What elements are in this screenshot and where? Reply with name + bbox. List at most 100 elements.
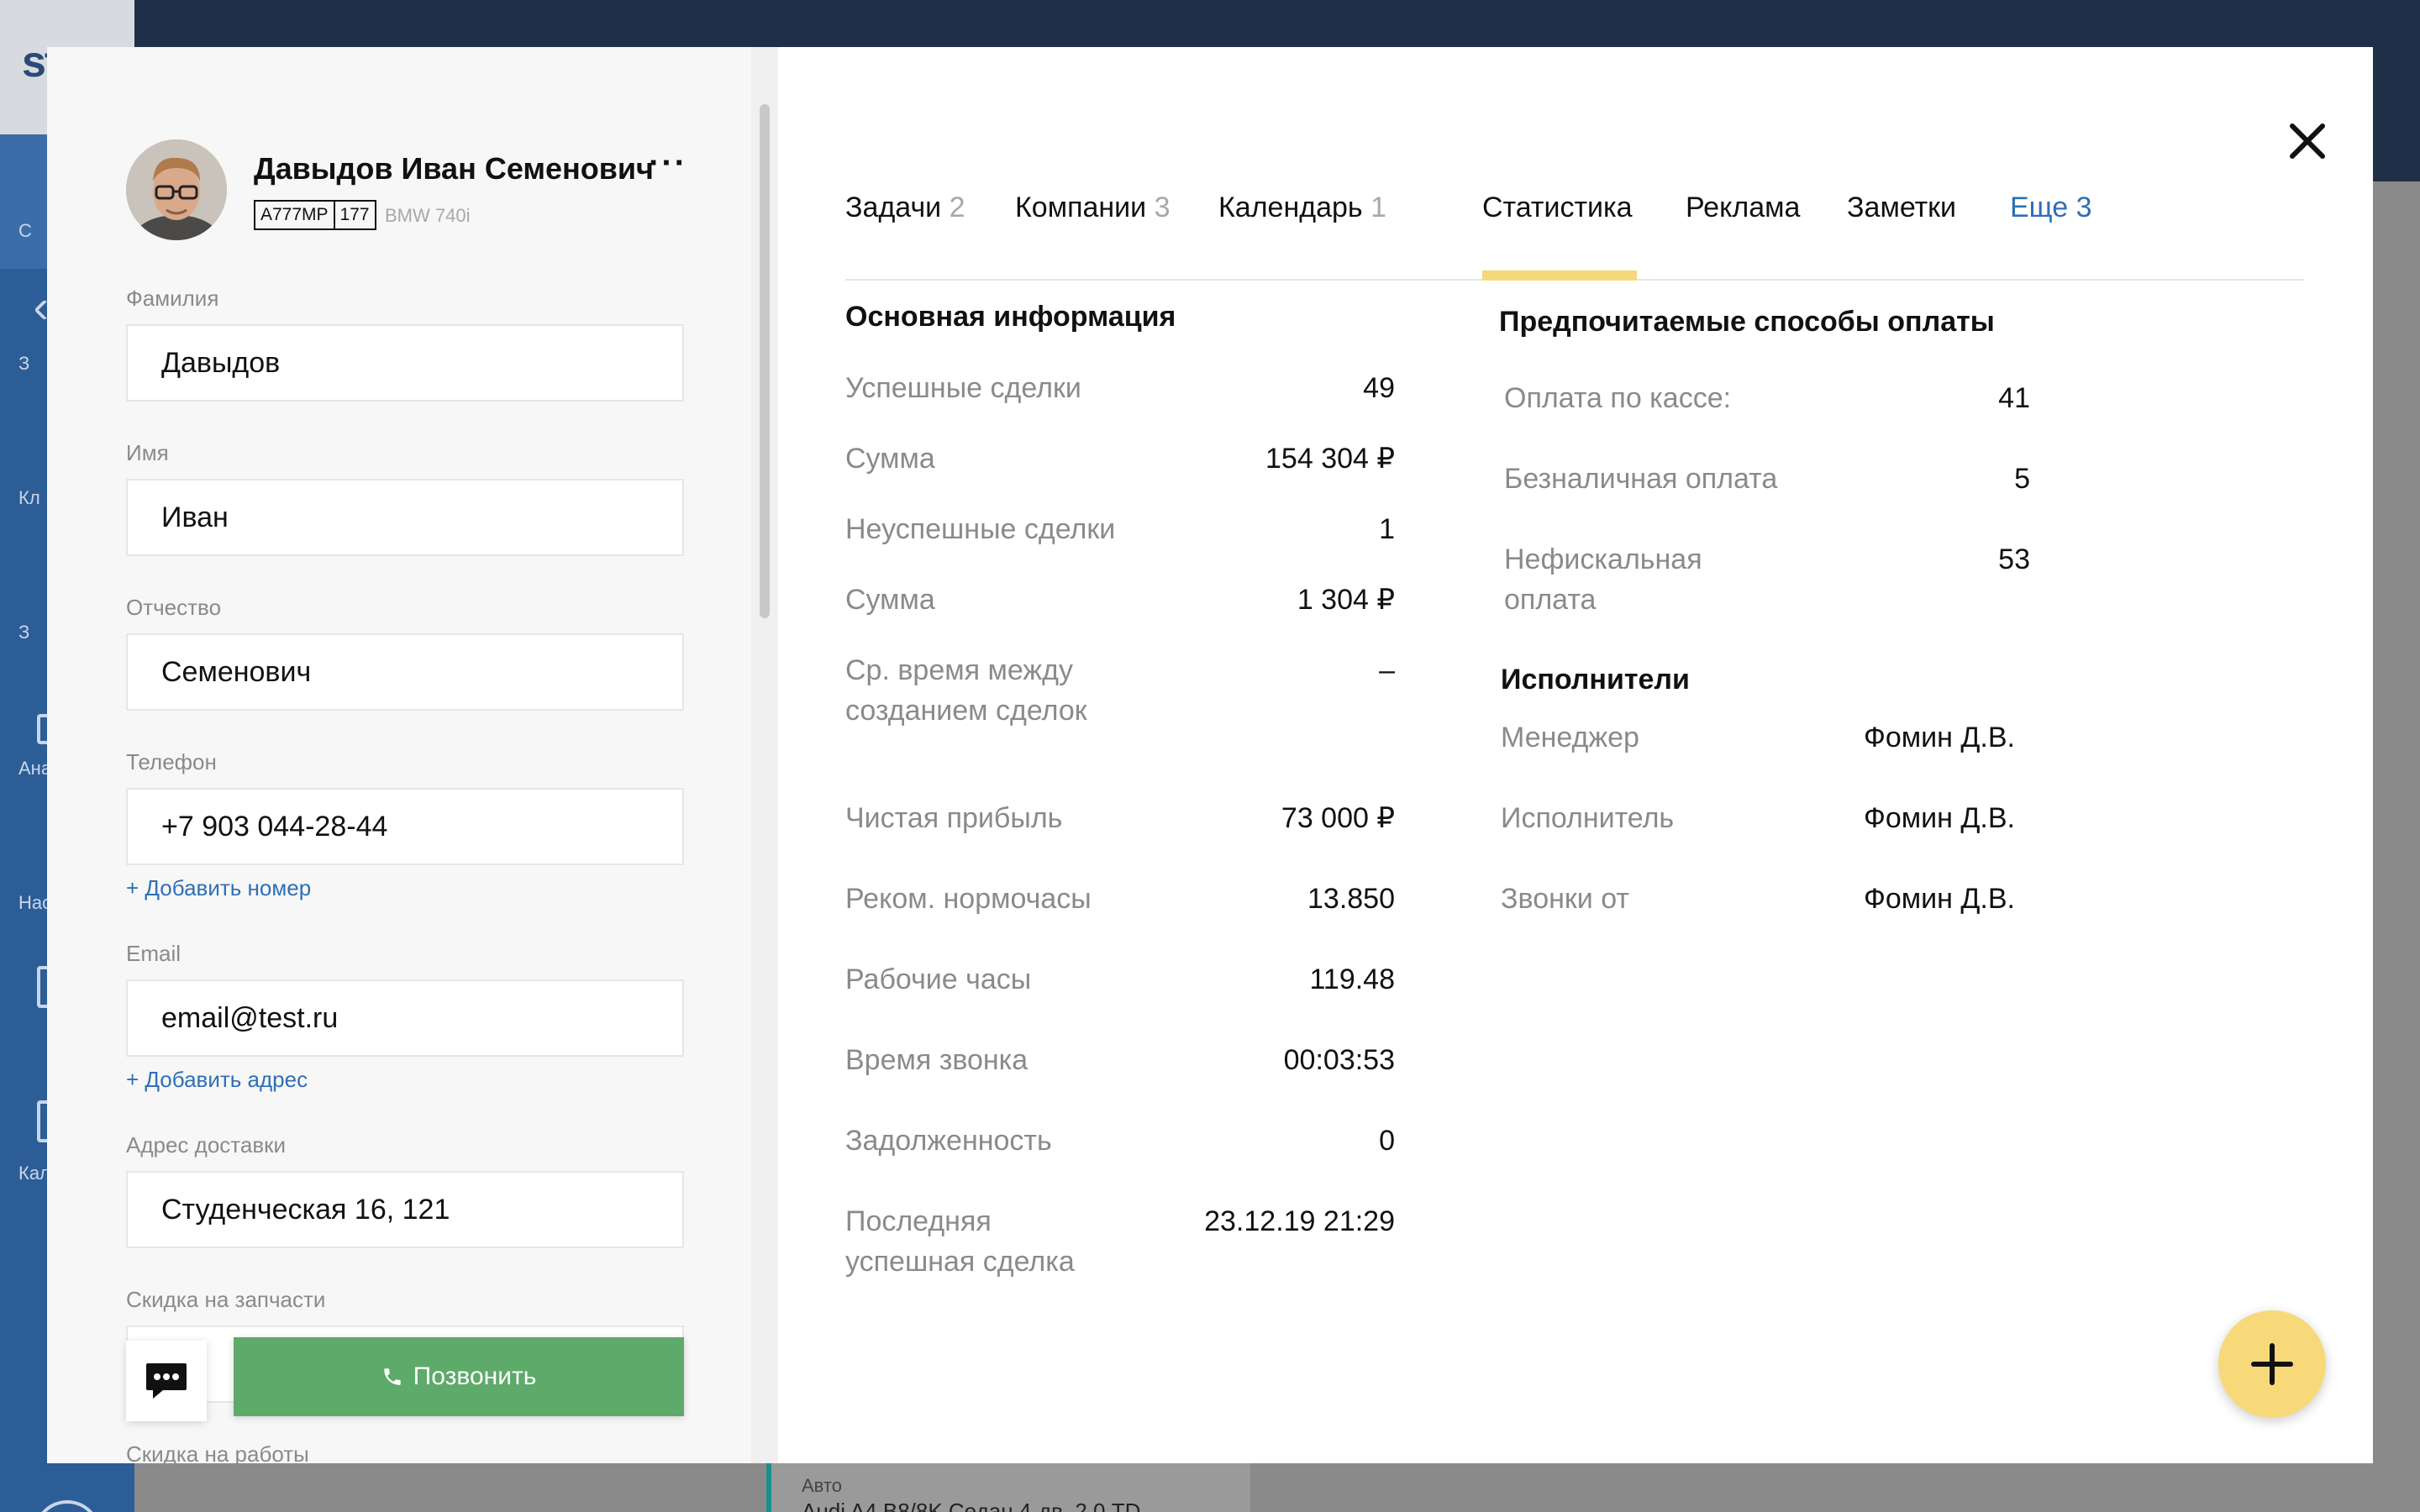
stat-label: Неуспешные сделки [845, 513, 1116, 545]
background-card-text: Audi A4 B8/8K Седан 4-дв. 2.0 TD [802, 1499, 1141, 1512]
executor-name: Фомин Д.В. [1864, 802, 2015, 834]
patronymic-label: Отчество [126, 595, 222, 620]
stat-label: Рабочие часы [845, 963, 1032, 995]
executor-name: Фомин Д.В. [1864, 883, 2015, 915]
payment-value: 5 [2014, 463, 2030, 495]
tab-more[interactable]: Еще 3 [2010, 192, 2092, 224]
tab-count: 1 [1370, 192, 1386, 223]
client-profile-panel: Давыдов Иван Семенович ··· А777МР 177 BM… [47, 47, 751, 1463]
call-button[interactable]: Позвонить [234, 1337, 684, 1416]
payment-methods-title: Предпочитаемые способы оплаты [1499, 306, 1995, 338]
stat-value: 49 [1363, 372, 1395, 404]
payment-label: Безналичная оплата [1504, 463, 1778, 495]
payment-label: Нефискальная оплата [1504, 543, 1702, 616]
basic-info-title: Основная информация [845, 301, 1176, 333]
tab-statistics[interactable]: Статистика [1482, 192, 1633, 224]
stat-label: Задолженность [845, 1125, 1052, 1157]
background-sidebar-label: З [18, 622, 30, 643]
executor-role: Звонки от [1501, 883, 1629, 915]
tab-label: Задачи [845, 192, 942, 223]
last-name-label: Фамилия [126, 286, 219, 311]
background-sidebar-label: Кл [18, 487, 40, 508]
first-name-field[interactable]: Иван [126, 479, 684, 556]
email-value: email@test.ru [161, 1001, 339, 1034]
tab-label: Календарь [1218, 192, 1363, 223]
tab-label: Статистика [1482, 192, 1633, 223]
address-label: Адрес доставки [126, 1132, 287, 1158]
last-name-value: Давыдов [161, 346, 281, 379]
car-model: BMW 740i [385, 205, 471, 226]
tab-tasks[interactable]: Задачи 2 [845, 192, 965, 224]
add-phone-link[interactable]: + Добавить номер [126, 875, 311, 901]
executor-role: Исполнитель [1501, 802, 1675, 834]
payment-value: 41 [1998, 382, 2030, 414]
address-value: Студенческая 16, 121 [161, 1193, 450, 1226]
stat-label: Сумма [845, 443, 935, 475]
patronymic-value: Семенович [161, 655, 312, 688]
tab-count: 2 [949, 192, 965, 223]
email-field[interactable]: email@test.ru [126, 979, 684, 1057]
add-button[interactable] [2218, 1310, 2326, 1418]
active-tab-indicator [1482, 270, 1637, 281]
tab-advertising[interactable]: Реклама [1686, 192, 1800, 224]
phone-field[interactable]: +7 903 044-28-44 [126, 788, 684, 865]
email-label: Email [126, 941, 182, 966]
avatar [126, 139, 227, 240]
first-name-label: Имя [126, 440, 169, 465]
work-discount-label: Скидка на работы [126, 1441, 309, 1463]
chat-icon [146, 1363, 187, 1399]
stat-value: 13.850 [1307, 883, 1395, 915]
stat-value: 0 [1379, 1125, 1395, 1157]
plus-icon [2251, 1343, 2293, 1385]
payment-value: 53 [1998, 543, 2030, 575]
phone-value: +7 903 044-28-44 [161, 810, 388, 843]
background-sidebar-label: Кал [18, 1163, 50, 1184]
parts-discount-label: Скидка на запчасти [126, 1287, 326, 1312]
stat-label: Сумма [845, 584, 935, 616]
more-options-icon[interactable]: ··· [649, 144, 687, 182]
background-sidebar-label: З [18, 353, 30, 374]
payment-label: Оплата по кассе: [1504, 382, 1732, 414]
executor-name: Фомин Д.В. [1864, 722, 2015, 753]
patronymic-field[interactable]: Семенович [126, 633, 684, 711]
call-button-label: Позвонить [413, 1362, 537, 1390]
chat-button[interactable] [126, 1341, 207, 1421]
stat-label: Реком. нормочасы [845, 883, 1092, 915]
first-name-value: Иван [161, 501, 229, 533]
address-field[interactable]: Студенческая 16, 121 [126, 1171, 684, 1248]
stat-label: Последняя успешная сделка [845, 1205, 1075, 1278]
close-icon[interactable] [2282, 116, 2333, 166]
stat-value: – [1379, 654, 1395, 686]
client-name: Давыдов Иван Семенович [254, 151, 654, 186]
stat-label: Успешные сделки [845, 372, 1081, 404]
last-name-field[interactable]: Давыдов [126, 324, 684, 402]
stat-value: 23.12.19 21:29 [1204, 1205, 1395, 1237]
phone-icon [383, 1368, 401, 1385]
stat-label: Время звонка [845, 1044, 1028, 1076]
tab-bar: Задачи 2 Компании 3 Календарь 1 Статисти… [845, 146, 2304, 281]
tab-label: Заметки [1847, 192, 1957, 223]
left-panel-scrollbar[interactable] [760, 104, 770, 618]
plate-number: А777МР [260, 205, 329, 224]
stat-value: 154 304 ₽ [1265, 443, 1395, 475]
client-modal: Давыдов Иван Семенович ··· А777МР 177 BM… [47, 47, 2373, 1463]
tab-companies[interactable]: Компании 3 [1015, 192, 1171, 224]
tab-calendar[interactable]: Календарь 1 [1218, 192, 1386, 224]
stat-value: 1 [1379, 513, 1395, 545]
stat-label: Ср. время между созданием сделок [845, 654, 1087, 727]
tab-count: 3 [1154, 192, 1171, 223]
avatar-photo [126, 139, 227, 240]
stat-label: Чистая прибыль [845, 802, 1063, 834]
executor-role: Менеджер [1501, 722, 1639, 753]
add-address-link[interactable]: + Добавить адрес [126, 1067, 308, 1093]
stat-value: 1 304 ₽ [1297, 584, 1395, 616]
plate-region: 177 [333, 202, 375, 228]
tab-label: Реклама [1686, 192, 1801, 223]
tab-label: Еще 3 [2010, 192, 2092, 223]
stat-value: 00:03:53 [1283, 1044, 1395, 1076]
tab-label: Компании [1015, 192, 1147, 223]
background-card-label: Авто [802, 1475, 842, 1496]
tab-notes[interactable]: Заметки [1847, 192, 1956, 224]
stat-value: 73 000 ₽ [1281, 802, 1395, 834]
license-plate: А777МР 177 [254, 200, 376, 230]
